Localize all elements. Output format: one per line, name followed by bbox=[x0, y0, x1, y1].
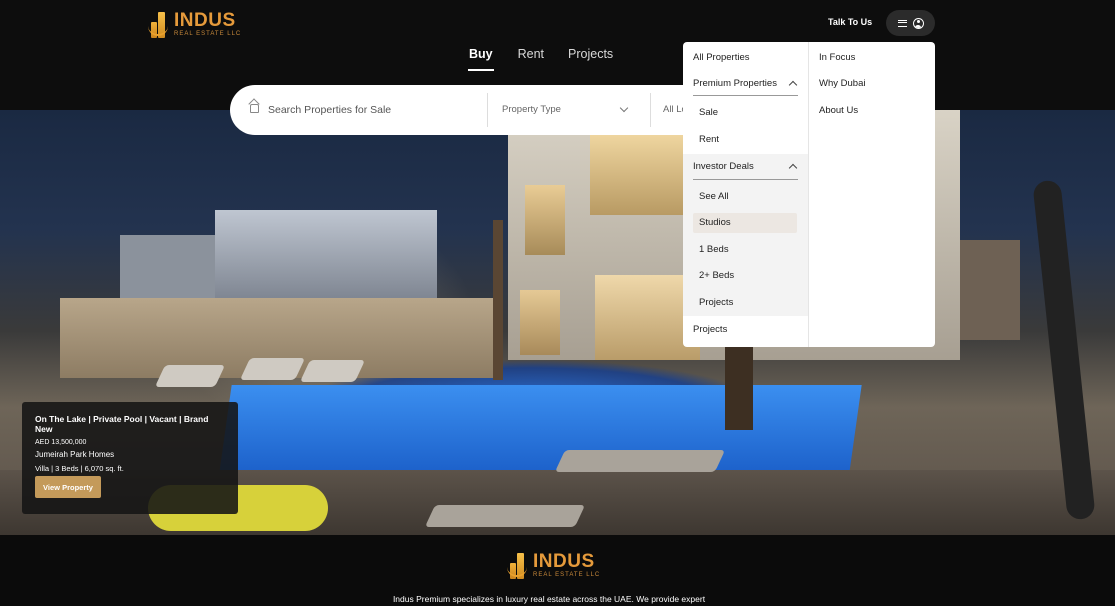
menu-item-sale[interactable]: Sale bbox=[699, 107, 718, 118]
logo-building-icon bbox=[148, 10, 170, 38]
menu-item-premium-properties[interactable]: Premium Properties bbox=[693, 78, 777, 89]
logo-name: INDUS bbox=[174, 10, 236, 31]
logo-building-icon bbox=[507, 551, 529, 579]
menu-item-2-plus-beds[interactable]: 2+ Beds bbox=[699, 270, 734, 281]
menu-item-investor-projects[interactable]: Projects bbox=[699, 297, 733, 308]
property-type-select[interactable]: Property Type bbox=[502, 104, 561, 115]
property-specs: Villa | 3 Beds | 6,070 sq. ft. bbox=[35, 464, 124, 473]
user-circle-icon bbox=[912, 17, 924, 29]
featured-property-card: On The Lake | Private Pool | Vacant | Br… bbox=[22, 402, 238, 514]
brand-logo[interactable]: INDUS REAL ESTATE LLC bbox=[148, 10, 241, 38]
tab-projects[interactable]: Projects bbox=[568, 46, 613, 71]
property-title: On The Lake | Private Pool | Vacant | Br… bbox=[35, 414, 209, 434]
footer-description: Indus Premium specializes in luxury real… bbox=[392, 594, 706, 604]
footer-logo[interactable]: INDUS REAL ESTATE LLC bbox=[507, 551, 600, 579]
menu-item-see-all[interactable]: See All bbox=[699, 191, 729, 202]
menu-item-in-focus[interactable]: In Focus bbox=[819, 52, 855, 63]
home-icon bbox=[250, 104, 259, 113]
chevron-up-icon bbox=[788, 80, 798, 90]
logo-subtitle: REAL ESTATE LLC bbox=[174, 31, 242, 37]
menu-button[interactable] bbox=[886, 10, 935, 36]
talk-to-us-link[interactable]: Talk To Us bbox=[828, 17, 872, 27]
menu-item-why-dubai[interactable]: Why Dubai bbox=[819, 78, 865, 89]
menu-item-projects[interactable]: Projects bbox=[693, 324, 727, 335]
menu-column-right: In Focus Why Dubai About Us bbox=[808, 42, 935, 347]
menu-item-1-beds[interactable]: 1 Beds bbox=[699, 244, 729, 255]
chevron-down-icon bbox=[619, 103, 629, 113]
menu-column-left: All Properties Premium Properties Sale R… bbox=[683, 42, 808, 347]
footer-logo-name: INDUS bbox=[533, 551, 595, 572]
listing-tabs: Buy Rent Projects bbox=[468, 46, 637, 71]
view-property-button[interactable]: View Property bbox=[35, 476, 101, 498]
property-price: AED 13,500,000 bbox=[35, 439, 87, 446]
nav-dropdown-menu: All Properties Premium Properties Sale R… bbox=[683, 42, 935, 347]
footer-logo-subtitle: REAL ESTATE LLC bbox=[533, 572, 601, 578]
tab-rent[interactable]: Rent bbox=[518, 46, 544, 71]
search-bar: Property Type All Locations bbox=[230, 85, 730, 135]
hamburger-icon bbox=[897, 19, 907, 27]
menu-item-studios[interactable]: Studios bbox=[699, 217, 731, 228]
menu-item-investor-deals[interactable]: Investor Deals bbox=[693, 161, 754, 172]
menu-item-all-properties[interactable]: All Properties bbox=[693, 52, 750, 63]
search-input[interactable] bbox=[268, 100, 478, 120]
menu-item-rent[interactable]: Rent bbox=[699, 134, 719, 145]
tab-buy[interactable]: Buy bbox=[468, 46, 494, 71]
property-name: Jumeirah Park Homes bbox=[35, 450, 115, 459]
menu-item-about-us[interactable]: About Us bbox=[819, 105, 858, 116]
